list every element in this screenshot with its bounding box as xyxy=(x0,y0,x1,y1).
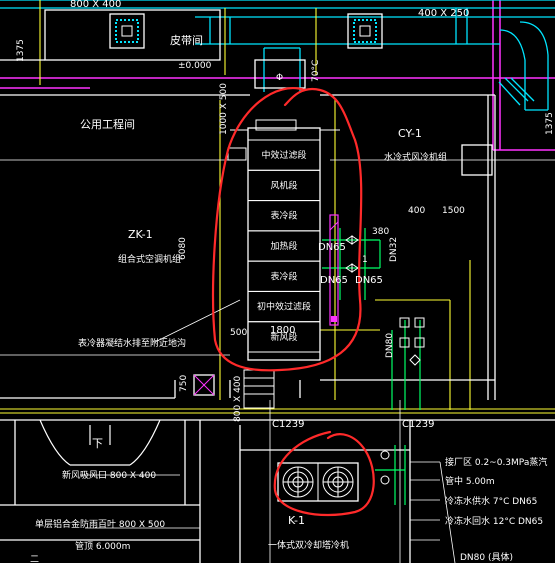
dim-1500: 1500 xyxy=(442,206,465,216)
dim-1: 1 xyxy=(362,255,368,265)
chw-supply: 冷冻水供水 7°C DN65 xyxy=(445,495,537,507)
ahu-section-label: 初中效过滤段 xyxy=(257,301,311,313)
pipe-height: 管中 5.00m xyxy=(445,475,495,487)
fan-desc-k1: 一体式双冷却塔冷机 xyxy=(268,539,349,551)
phi-symbol: Φ xyxy=(276,73,283,83)
dim-400: 400 xyxy=(408,206,425,216)
footer-mark: 二 xyxy=(30,555,39,563)
duct-size-left: 800 X 400 xyxy=(70,0,121,10)
louver-note: 单层铝合金防雨百叶 800 X 500 xyxy=(35,518,165,530)
axis-c1239-left: C1239 xyxy=(272,419,304,430)
axis-c1239-right: C1239 xyxy=(402,419,434,430)
cut-text: DN80 (具体) xyxy=(460,551,513,563)
dim-1375-right: 1375 xyxy=(545,112,555,135)
dim-500: 500 xyxy=(230,328,247,338)
dim-1375-left: 1375 xyxy=(16,39,26,62)
pressure-note: 接厂区 0.2~0.3MPa蒸汽 xyxy=(445,456,547,468)
ahu-dim-width: 1800 xyxy=(270,325,295,336)
room-label-belt: 皮带间 xyxy=(170,34,203,47)
hvac-plan-drawing: 中效过滤段风机段表冷段加热段表冷段初中效过滤段新风段 800 X 400 400… xyxy=(0,0,555,563)
ahu-section-label: 表冷段 xyxy=(270,210,297,222)
dim-800x400-vertical: 800 X 400 xyxy=(233,375,243,422)
unit-tag-zk1: ZK-1 xyxy=(128,228,153,241)
unit-desc-zk1: 组合式空调机组 xyxy=(118,253,181,265)
dim-750: 750 xyxy=(179,375,189,392)
elevation-label: ±0.000 xyxy=(178,61,212,71)
fan-right-icon xyxy=(322,466,354,498)
ahu-section-label: 中效过滤段 xyxy=(261,149,306,161)
desc-cy1: 水冷式风冷机组 xyxy=(384,151,447,163)
duct-size-right: 400 X 250 xyxy=(418,8,469,19)
ahu-section-label: 风机段 xyxy=(270,179,297,191)
ahu-dim-top: 1000 X 500 xyxy=(219,83,229,135)
ahu-section-label: 表冷段 xyxy=(270,270,297,282)
ahu-section-label: 加热段 xyxy=(270,240,297,252)
dim-380: 380 xyxy=(372,227,389,237)
pipe-dn65-b: DN65 xyxy=(320,275,348,286)
pipe-dn65-c: DN65 xyxy=(355,275,383,286)
tag-cy1: CY-1 xyxy=(398,127,422,140)
pipe-dn32: DN32 xyxy=(389,237,399,262)
note-condensate: 表冷器凝结水排至附近地沟 xyxy=(78,337,186,349)
fan-left-icon xyxy=(282,466,314,498)
fan-tag-k1: K-1 xyxy=(288,514,305,527)
room-name-utility: 公用工程间 xyxy=(80,118,135,131)
chw-return: 冷冻水回水 12°C DN65 xyxy=(445,515,543,527)
duct-note: 新风吸风口 800 X 400 xyxy=(62,469,156,481)
pipe-dn80: DN80 xyxy=(385,333,395,358)
louver-height: 管顶 6.000m xyxy=(75,540,130,552)
temp-label: 70°C xyxy=(311,60,321,82)
vent-down-label: 下 xyxy=(92,437,103,450)
dim-6080: 6080 xyxy=(178,237,188,260)
pipe-dn65-a: DN65 xyxy=(318,242,346,253)
